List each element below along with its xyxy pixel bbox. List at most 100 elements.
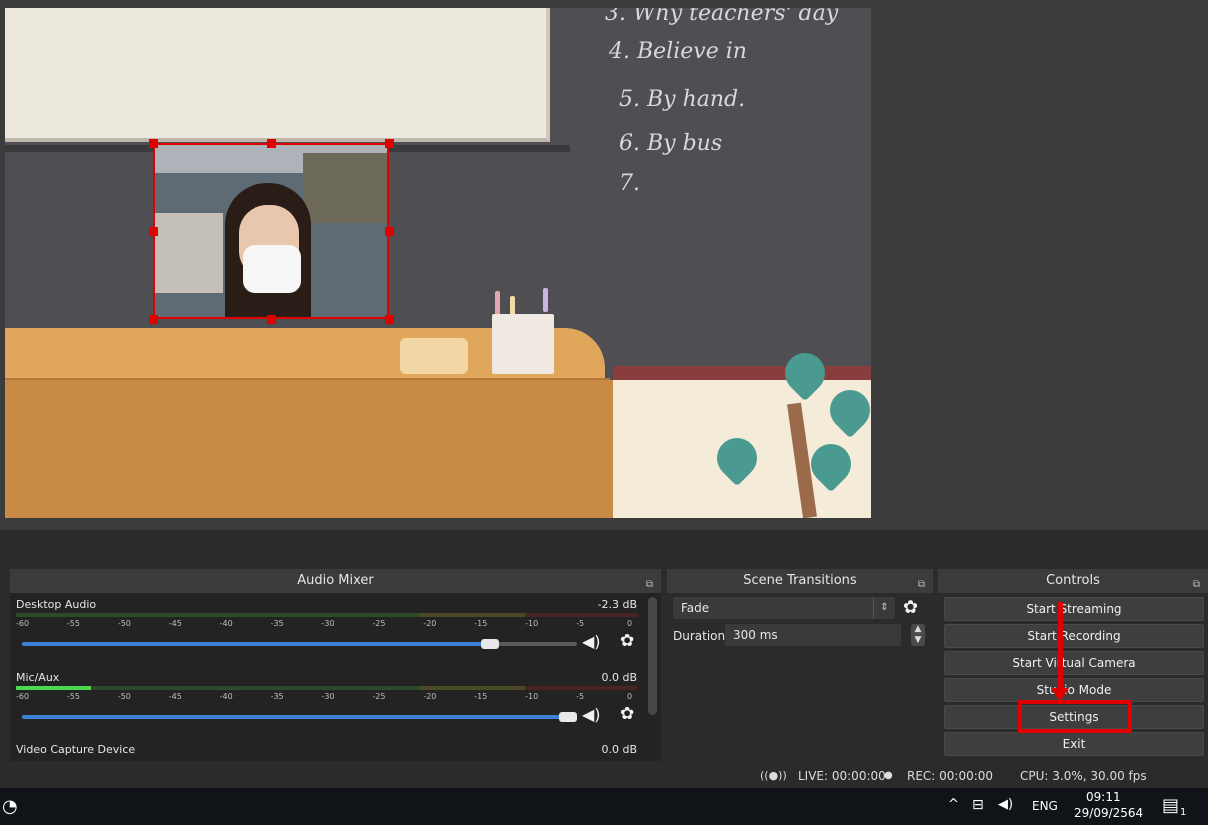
- volume-slider[interactable]: [22, 639, 577, 649]
- resize-handle[interactable]: [385, 227, 394, 236]
- chalk-line-6: 6. By bus: [619, 131, 722, 156]
- meter-ticks: -60 -55 -50 -45 -40 -35 -30 -25 -20 -15 -10 -5 0: [16, 616, 637, 630]
- studio-mode-button[interactable]: Studio Mode: [944, 678, 1204, 702]
- meter-tick-label: -25: [372, 692, 386, 701]
- speaker-icon[interactable]: ◀): [582, 705, 601, 724]
- pencil-cup: [492, 314, 554, 374]
- meter-tick-label: -50: [117, 619, 131, 628]
- channel-db: 0.0 dB: [601, 743, 637, 756]
- rec-status: REC: 00:00:00: [907, 769, 994, 783]
- chalk-line-7: 7.: [619, 171, 640, 196]
- notification-icon[interactable]: ▤: [1162, 795, 1179, 816]
- resize-handle[interactable]: [385, 139, 394, 148]
- resize-handle[interactable]: [149, 227, 158, 236]
- meter-tick-label: -45: [168, 619, 182, 628]
- status-bar: ((●)) LIVE: 00:00:00 ● REC: 00:00:00 CPU…: [0, 764, 1208, 788]
- speaker-icon[interactable]: ◀): [582, 632, 601, 651]
- source-selection-box[interactable]: [153, 143, 389, 319]
- chalkboard-text: 3. Why teachers' day 4. Believe in 5. By…: [605, 8, 839, 196]
- meter-tick-label: -50: [117, 692, 131, 701]
- name-plate: [400, 338, 468, 374]
- network-icon[interactable]: ⊟: [972, 797, 984, 813]
- resize-handle[interactable]: [385, 315, 394, 324]
- transition-select-value: Fade: [681, 601, 710, 615]
- mixer-channel-desktop-audio: Desktop Audio -2.3 dB -60 -55 -50 -45 -40 -35…: [16, 598, 637, 658]
- chalk-line-5: 5. By hand.: [619, 87, 745, 112]
- cpu-status: CPU: 3.0%, 30.00 fps: [1020, 769, 1147, 783]
- channel-name: Video Capture Device: [16, 743, 136, 756]
- chevron-down-icon[interactable]: ▼: [911, 635, 925, 646]
- audio-mixer-body: Desktop Audio -2.3 dB -60 -55 -50 -45 -40 -35…: [10, 593, 661, 761]
- resize-handle[interactable]: [267, 315, 276, 324]
- clock-time[interactable]: 09:11: [1086, 790, 1121, 804]
- gear-icon[interactable]: ✿: [620, 704, 634, 724]
- transition-select[interactable]: Fade ⇕: [673, 597, 895, 619]
- meter-tick-label: -20: [423, 619, 437, 628]
- scene-transitions-title-label: Scene Transitions: [743, 573, 857, 588]
- resize-handle[interactable]: [267, 139, 276, 148]
- meter-tick-label: -55: [66, 692, 80, 701]
- scene-transitions-dock: Scene Transitions ⧉ Fade ⇕ ✿ Duration 30…: [667, 569, 933, 761]
- resize-handle[interactable]: [149, 315, 158, 324]
- clock-date[interactable]: 29/09/2564: [1074, 806, 1143, 820]
- meter-tick-label: -5: [576, 619, 585, 628]
- start-virtual-camera-button[interactable]: Start Virtual Camera: [944, 651, 1204, 675]
- chalk-line-4: 4. Believe in: [608, 39, 747, 64]
- meter-tick-label: -10: [525, 692, 539, 701]
- mixer-scrollbar[interactable]: [648, 597, 657, 715]
- updown-arrows-icon[interactable]: ⇕: [873, 597, 895, 619]
- start-recording-button[interactable]: Start Recording: [944, 624, 1204, 648]
- meter-tick-label: -60: [16, 692, 30, 701]
- scene-transitions-title: Scene Transitions ⧉: [667, 569, 933, 593]
- settings-highlight-box: [1018, 700, 1132, 733]
- meter-tick-label: -5: [576, 692, 585, 701]
- chevron-up-icon[interactable]: ▲: [911, 624, 925, 635]
- controls-body: Start Streaming Start Recording Start Vi…: [938, 593, 1208, 761]
- volume-slider-thumb[interactable]: [559, 712, 577, 722]
- chalk-line-3: 3. Why teachers' day: [605, 8, 839, 26]
- duration-input[interactable]: 300 ms: [725, 624, 901, 646]
- meter-tick-label: -35: [270, 619, 284, 628]
- duration-spinner[interactable]: ▲ ▼: [911, 624, 925, 646]
- desk-front: [5, 380, 615, 518]
- volume-slider-thumb[interactable]: [481, 639, 500, 649]
- preview-canvas[interactable]: 3. Why teachers' day 4. Believe in 5. By…: [5, 8, 871, 518]
- mixer-channel-mic-aux: Mic/Aux 0.0 dB -60 -55 -50 -45 -40 -35 -30 -25-…: [16, 671, 637, 731]
- volume-slider[interactable]: [22, 712, 577, 722]
- audio-mixer-title-label: Audio Mixer: [297, 573, 374, 588]
- language-indicator[interactable]: ENG: [1032, 799, 1058, 813]
- chevron-up-icon[interactable]: ^: [948, 797, 959, 812]
- meter-tick-label: -55: [66, 619, 80, 628]
- meter-tick-label: -40: [219, 619, 233, 628]
- channel-name: Mic/Aux: [16, 671, 60, 684]
- meter-tick-label: 0: [627, 619, 633, 628]
- scene-transitions-body: Fade ⇕ ✿ Duration 300 ms ▲ ▼: [667, 593, 933, 761]
- resize-handle[interactable]: [149, 139, 158, 148]
- start-streaming-button[interactable]: Start Streaming: [944, 597, 1204, 621]
- meter-tick-label: -25: [372, 619, 386, 628]
- mixer-channel-video-capture: Video Capture Device 0.0 dB: [16, 743, 637, 761]
- pencil: [495, 291, 500, 315]
- gear-icon[interactable]: ✿: [903, 597, 918, 618]
- volume-slider-fill: [22, 642, 500, 646]
- exit-button[interactable]: Exit: [944, 732, 1204, 756]
- meter-tick-label: -15: [474, 692, 488, 701]
- audio-mixer-title: Audio Mixer ⧉: [10, 569, 661, 593]
- meter-tick-label: -35: [270, 692, 284, 701]
- controls-title: Controls ⧉: [938, 569, 1208, 593]
- notification-count: 1: [1180, 807, 1187, 818]
- live-icon: ((●)): [760, 769, 787, 782]
- speaker-icon[interactable]: ◀): [998, 797, 1013, 812]
- meter-tick-label: 0: [627, 692, 633, 701]
- gear-icon[interactable]: ✿: [620, 631, 634, 651]
- duration-input-value: 300 ms: [733, 628, 778, 642]
- volume-slider-fill: [22, 715, 577, 719]
- obs-window: 3. Why teachers' day 4. Believe in 5. By…: [0, 0, 1208, 825]
- meter-tick-label: -15: [474, 619, 488, 628]
- windows-taskbar: ◔ ^ ⊟ ◀) ENG 09:11 29/09/2564 ▤ 1: [0, 788, 1208, 825]
- meter-tick-label: -20: [423, 692, 437, 701]
- app-icon[interactable]: ◔: [2, 796, 18, 817]
- meter-tick-label: -45: [168, 692, 182, 701]
- duration-label: Duration: [673, 629, 726, 643]
- channel-db: 0.0 dB: [601, 671, 637, 684]
